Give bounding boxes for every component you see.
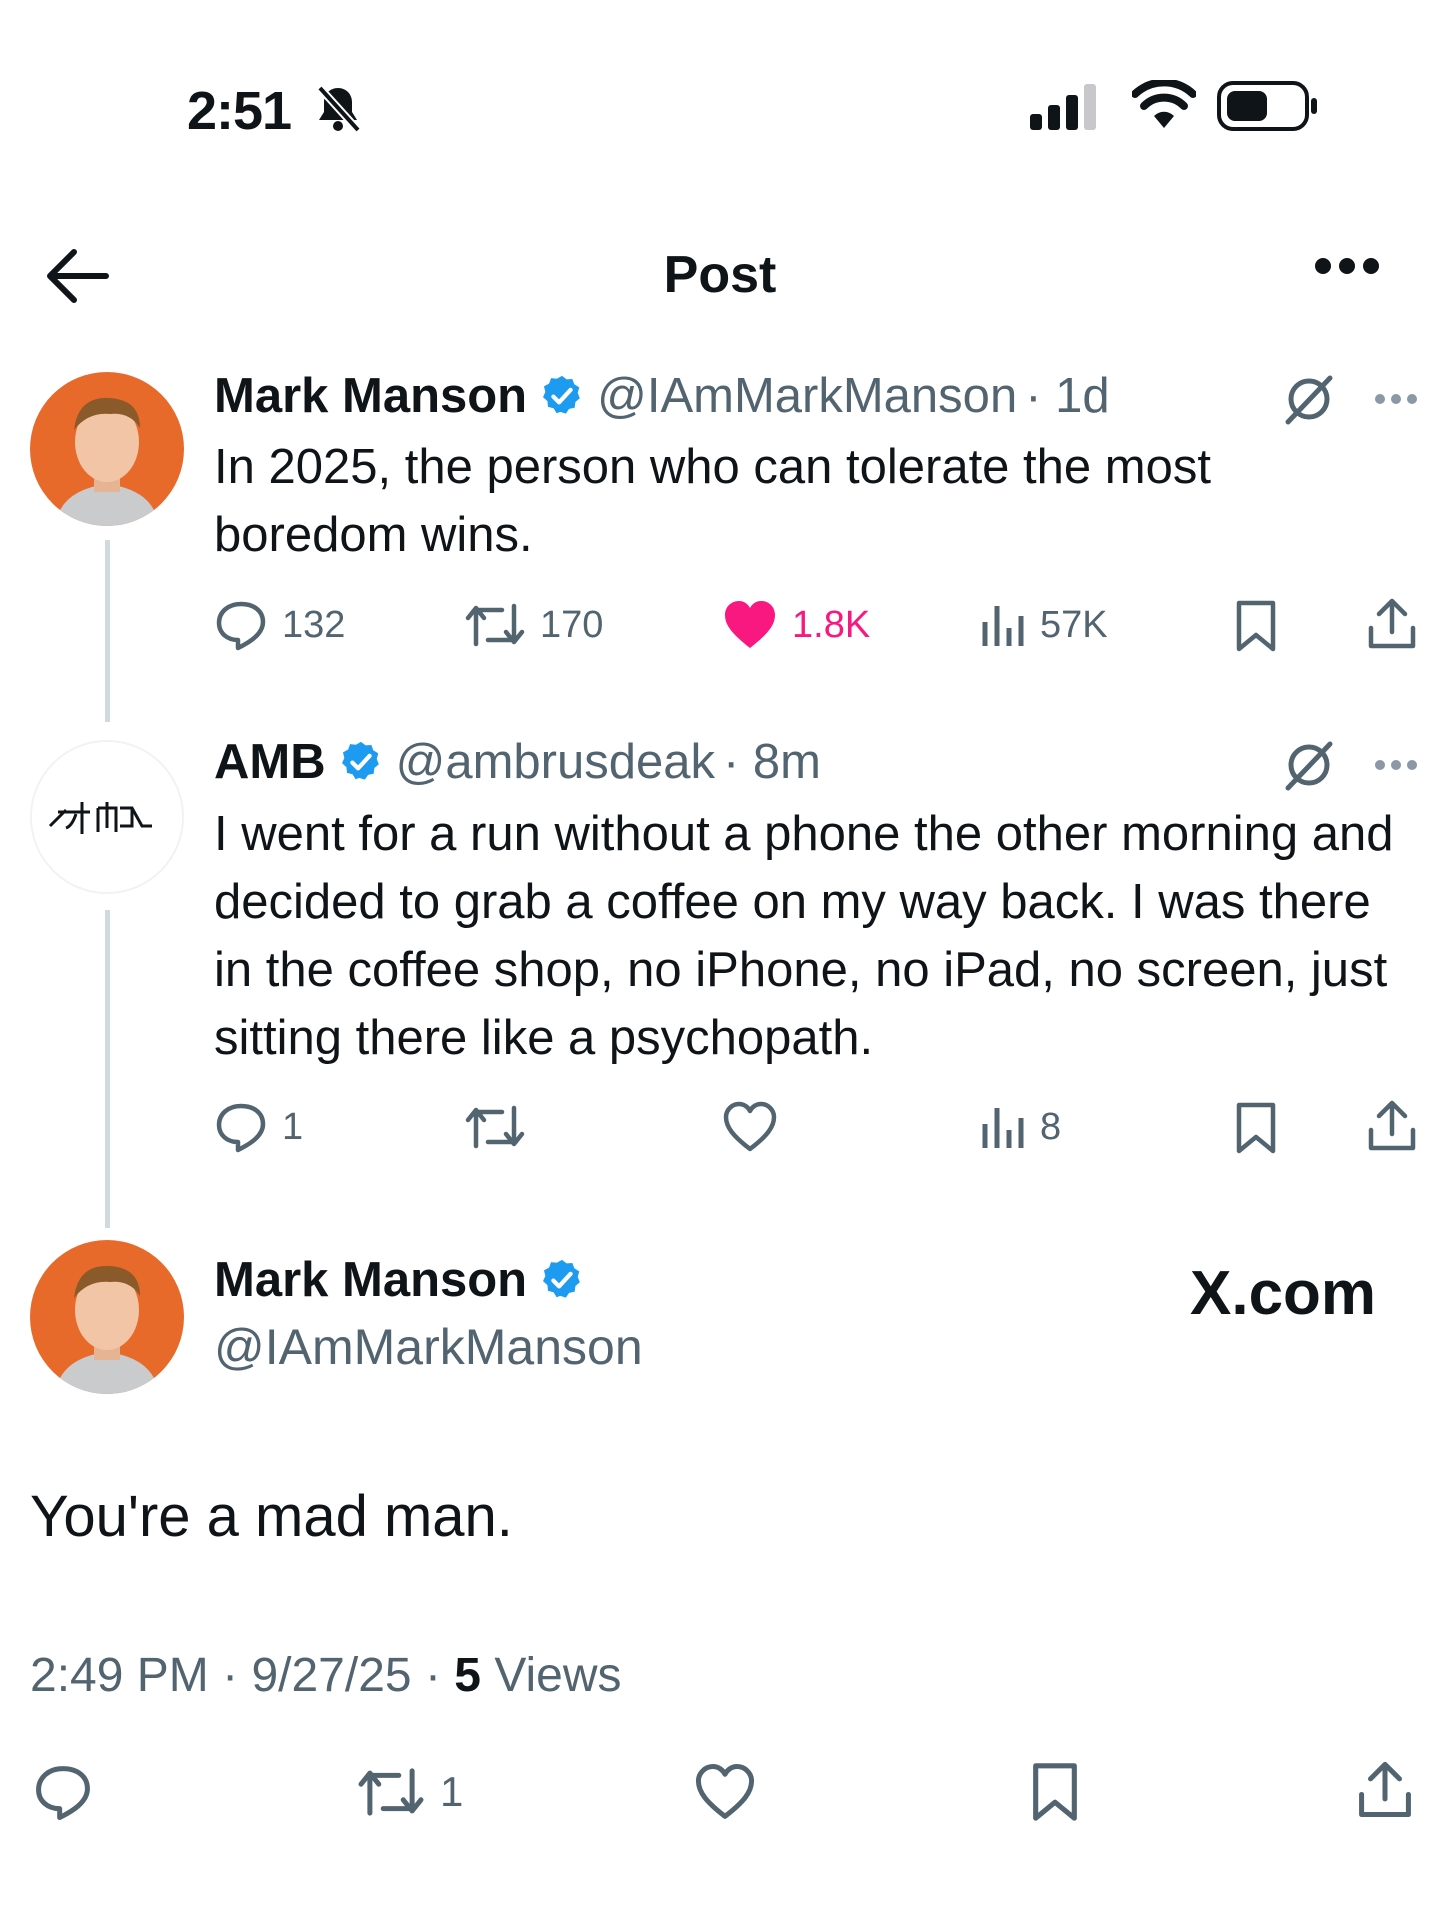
bookmark-icon	[1033, 1763, 1077, 1821]
retweet-icon	[465, 603, 525, 647]
post-author-row: Mark Manson	[214, 1252, 597, 1308]
bookmark-icon	[1236, 600, 1276, 652]
verified-badge-icon	[543, 375, 580, 414]
more-icon	[1315, 258, 1379, 274]
wifi-icon	[1132, 80, 1196, 130]
views-button[interactable]: 8	[980, 1100, 1061, 1154]
bookmark-button[interactable]	[1030, 1760, 1080, 1824]
heart-icon	[695, 1764, 755, 1819]
views-count: 8	[1040, 1105, 1062, 1148]
reply-button[interactable]: 1	[214, 1100, 303, 1154]
tweet-header: Mark Manson @IAmMarkManson · 1d	[214, 368, 1110, 424]
avatar[interactable]	[30, 740, 184, 894]
author-handle[interactable]: @IAmMarkManson	[214, 1318, 643, 1376]
page-title: Post	[663, 246, 777, 304]
retweet-count: 1	[440, 1768, 464, 1815]
more-button[interactable]	[1314, 256, 1380, 276]
bell-slash-icon	[314, 84, 362, 134]
like-button[interactable]: 1.8K	[722, 598, 870, 652]
share-icon	[1368, 598, 1416, 649]
x-watermark: X.com	[1190, 1259, 1377, 1328]
thread-line	[105, 910, 110, 1228]
thread-line	[105, 540, 110, 722]
verified-badge-icon	[543, 1259, 580, 1298]
bookmark-button[interactable]	[1234, 598, 1278, 654]
views-button[interactable]: 57K	[980, 598, 1108, 652]
more-icon	[1375, 760, 1417, 770]
tweet-text: In 2025, the person who can tolerate the…	[214, 440, 1211, 562]
tweet-text: I went for a run without a phone the oth…	[214, 807, 1394, 1065]
bookmark-button[interactable]	[1234, 1100, 1278, 1156]
bookmark-icon	[1236, 1102, 1276, 1154]
grok-icon	[1285, 375, 1333, 425]
reply-button[interactable]	[32, 1762, 94, 1822]
tweet-header: AMB @ambrusdeak · 8m	[214, 734, 821, 790]
heart-icon	[723, 1101, 777, 1152]
reply-icon	[36, 1766, 90, 1821]
avatar[interactable]	[30, 372, 184, 526]
heart-icon	[725, 601, 775, 648]
author-handle[interactable]: @ambrusdeak	[396, 734, 715, 790]
share-icon	[1368, 1100, 1416, 1151]
author-name[interactable]: AMB	[214, 734, 326, 790]
reply-count: 132	[282, 603, 346, 646]
tweet-time: · 8m	[722, 735, 821, 789]
tweet-more-button[interactable]	[1374, 392, 1418, 406]
grok-icon	[1285, 741, 1333, 791]
reply-count: 1	[282, 1105, 304, 1148]
status-time: 2:51	[187, 81, 292, 141]
tweet-more-button[interactable]	[1374, 758, 1418, 772]
post-views-label[interactable]: Views	[494, 1649, 621, 1702]
grok-button[interactable]	[1282, 372, 1336, 426]
share-icon	[1359, 1761, 1411, 1818]
grok-button[interactable]	[1282, 738, 1336, 792]
avatar[interactable]	[30, 1240, 184, 1394]
share-button[interactable]	[1366, 1098, 1418, 1154]
reply-button[interactable]: 132	[214, 598, 345, 652]
tweet-time: · 1d	[1025, 369, 1110, 423]
like-count: 1.8K	[792, 603, 871, 646]
retweet-icon	[358, 1768, 424, 1816]
views-icon	[982, 606, 1024, 646]
views-icon	[982, 1108, 1024, 1148]
post-views-count: 5	[454, 1649, 481, 1702]
share-button[interactable]	[1356, 1758, 1414, 1822]
like-button[interactable]	[694, 1762, 756, 1822]
retweet-button[interactable]: 170	[464, 598, 603, 652]
like-button[interactable]	[722, 1100, 792, 1154]
retweet-count: 170	[540, 603, 604, 646]
post-date: 9/27/25	[251, 1649, 412, 1702]
reply-icon	[216, 601, 266, 651]
retweet-icon	[465, 1105, 525, 1149]
post-text: You're a mad man.	[30, 1484, 513, 1549]
retweet-button[interactable]	[464, 1100, 540, 1154]
author-handle[interactable]: @IAmMarkManson	[597, 368, 1017, 424]
more-icon	[1375, 394, 1417, 404]
battery-icon	[1216, 80, 1320, 132]
author-name[interactable]: Mark Manson	[214, 368, 527, 424]
post-meta: 2:49 PM · 9/27/25 · 5 Views	[30, 1649, 622, 1702]
views-count: 57K	[1040, 603, 1108, 646]
verified-badge-icon	[341, 741, 379, 780]
retweet-button[interactable]: 1	[356, 1762, 463, 1822]
post-time: 2:49 PM	[30, 1649, 209, 1702]
author-name[interactable]: Mark Manson	[214, 1252, 527, 1308]
reply-icon	[216, 1103, 266, 1153]
signal-icon	[1030, 84, 1106, 130]
share-button[interactable]	[1366, 596, 1418, 652]
